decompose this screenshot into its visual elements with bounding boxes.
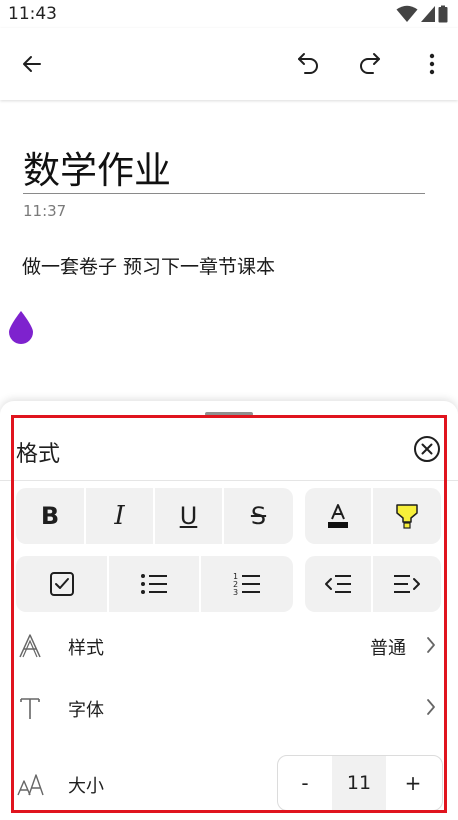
bullet-list-icon (140, 573, 168, 595)
ink-drop-icon[interactable] (7, 310, 35, 344)
color-group (305, 488, 441, 544)
wifi-icon (396, 5, 418, 23)
redo-icon (356, 50, 384, 78)
font-color-button[interactable] (305, 488, 373, 544)
underline-button[interactable]: U (155, 488, 224, 544)
font-size-value: 11 (332, 756, 386, 810)
undo-button[interactable] (288, 44, 328, 84)
format-panel-title: 格式 (16, 442, 61, 467)
numbered-list-button[interactable]: 123 (201, 556, 293, 612)
note-timestamp: 11:37 (23, 202, 67, 220)
increase-size-button[interactable]: + (386, 756, 440, 810)
font-color-icon (326, 502, 350, 530)
sheet-divider (0, 480, 458, 481)
strikethrough-button[interactable]: S (224, 488, 293, 544)
style-label: 样式 (68, 638, 104, 659)
font-icon (16, 694, 44, 722)
more-options-button[interactable] (412, 44, 452, 84)
cell-signal-icon (420, 5, 436, 23)
list-group: 123 (16, 556, 293, 612)
font-size-icon (16, 770, 46, 798)
bold-icon: B (40, 502, 60, 530)
text-style-group: B I U S (16, 488, 293, 544)
redo-button[interactable] (350, 44, 390, 84)
decrease-indent-button[interactable] (305, 556, 373, 612)
bullet-list-button[interactable] (109, 556, 201, 612)
svg-text:3: 3 (233, 588, 238, 596)
top-app-bar (0, 28, 458, 100)
close-circle-icon (412, 434, 442, 464)
checklist-button[interactable] (16, 556, 109, 612)
indent-icon (393, 573, 421, 595)
indent-group (305, 556, 441, 612)
checkbox-icon (49, 571, 75, 597)
chevron-right-icon (426, 636, 436, 654)
outdent-icon (324, 573, 352, 595)
size-label: 大小 (68, 776, 104, 797)
style-value: 普通 (370, 638, 406, 659)
title-underline (23, 193, 425, 194)
italic-button[interactable]: I (86, 488, 155, 544)
arrow-left-icon (20, 52, 44, 76)
chevron-right-icon (426, 698, 436, 716)
decrease-size-button[interactable]: - (278, 756, 332, 810)
underline-icon: U (179, 502, 198, 530)
back-button[interactable] (12, 44, 52, 84)
battery-icon (438, 5, 448, 23)
text-style-icon (16, 632, 44, 660)
bold-button[interactable]: B (16, 488, 86, 544)
drag-handle[interactable] (205, 412, 253, 416)
font-size-stepper: - 11 + (277, 755, 443, 811)
status-icons (396, 5, 448, 23)
more-vertical-icon (429, 52, 435, 76)
note-body-text[interactable]: 做一套卷子 预习下一章节课本 (22, 252, 275, 279)
increase-indent-button[interactable] (373, 556, 441, 612)
italic-icon: I (114, 501, 125, 531)
status-time: 11:43 (8, 4, 57, 24)
highlight-button[interactable] (373, 488, 441, 544)
undo-icon (294, 50, 322, 78)
style-setting-row[interactable]: 样式 普通 (0, 620, 458, 672)
status-bar: 11:43 (0, 0, 458, 28)
font-setting-row[interactable]: 字体 (0, 682, 458, 734)
numbered-list-icon: 123 (233, 572, 261, 596)
highlighter-icon (394, 502, 420, 530)
note-title[interactable]: 数学作业 (23, 140, 171, 194)
strikethrough-icon: S (250, 502, 267, 530)
font-label: 字体 (68, 700, 104, 721)
close-format-panel-button[interactable] (412, 434, 442, 464)
